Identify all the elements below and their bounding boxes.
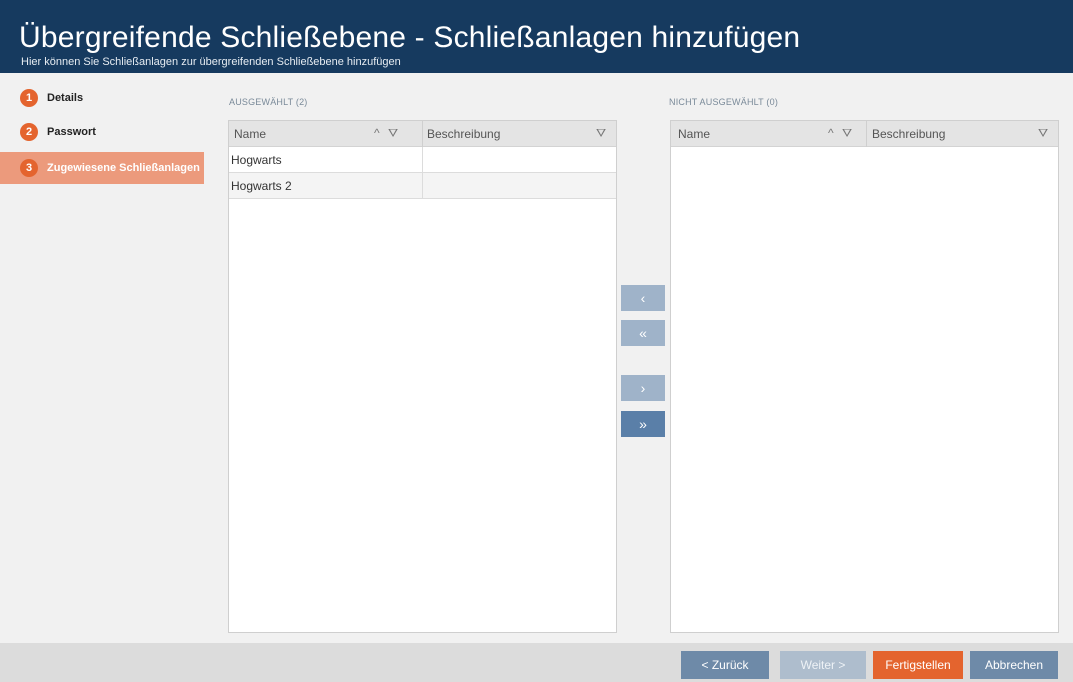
selected-section-label: AUSGEWÄHLT (2): [229, 97, 308, 107]
step-number: 3: [20, 159, 38, 177]
next-button[interactable]: Weiter >: [780, 651, 866, 679]
grid-header: Name ^ ⛛ Beschreibung ⛛: [229, 121, 616, 147]
column-divider: [422, 173, 423, 199]
column-header-name[interactable]: Name: [678, 121, 710, 147]
selected-grid: Name ^ ⛛ Beschreibung ⛛ Hogwarts Hogwart…: [228, 120, 617, 633]
step-password[interactable]: 2 Passwort: [0, 116, 204, 148]
unselected-grid: Name ^ ⛛ Beschreibung ⛛: [670, 120, 1059, 633]
column-divider[interactable]: [422, 121, 423, 147]
add-all-button[interactable]: »: [621, 411, 665, 437]
back-button[interactable]: < Zurück: [681, 651, 769, 679]
step-label: Zugewiesene Schließanlagen: [47, 162, 200, 174]
table-row[interactable]: Hogwarts: [229, 147, 616, 173]
step-details[interactable]: 1 Details: [0, 82, 204, 114]
dialog-title: Übergreifende Schließebene - Schließanla…: [19, 21, 801, 54]
cell-description: [427, 147, 429, 173]
sort-asc-icon[interactable]: ^: [828, 126, 834, 140]
dialog-subtitle: Hier können Sie Schließanlagen zur überg…: [21, 56, 401, 68]
column-divider[interactable]: [866, 121, 867, 147]
table-row[interactable]: Hogwarts 2: [229, 173, 616, 199]
cell-name: Hogwarts 2: [231, 179, 292, 193]
step-number: 2: [20, 123, 38, 141]
filter-icon[interactable]: ⛛: [596, 126, 606, 141]
column-header-description[interactable]: Beschreibung: [872, 121, 945, 147]
step-assigned-locking-systems[interactable]: 3 Zugewiesene Schließanlagen: [0, 152, 213, 184]
remove-all-button[interactable]: «: [621, 320, 665, 346]
filter-icon[interactable]: ⛛: [842, 126, 852, 141]
filter-icon[interactable]: ⛛: [388, 126, 398, 141]
grid-header: Name ^ ⛛ Beschreibung ⛛: [671, 121, 1058, 147]
column-header-name[interactable]: Name: [234, 121, 266, 147]
sort-asc-icon[interactable]: ^: [374, 126, 380, 140]
remove-selected-button[interactable]: ‹: [621, 285, 665, 311]
main-content: AUSGEWÄHLT (2) Name ^ ⛛ Beschreibung ⛛ H…: [204, 81, 1073, 643]
cell-name: Hogwarts: [231, 153, 282, 167]
step-label: Details: [47, 92, 84, 104]
unselected-section-label: NICHT AUSGEWÄHLT (0): [669, 97, 779, 107]
add-selected-button[interactable]: ›: [621, 375, 665, 401]
column-divider: [422, 147, 423, 173]
cell-description: [427, 173, 429, 199]
cancel-button[interactable]: Abbrechen: [970, 651, 1058, 679]
filter-icon[interactable]: ⛛: [1038, 126, 1048, 141]
step-label: Passwort: [47, 126, 96, 138]
wizard-steps: 1 Details 2 Passwort 3 Zugewiesene Schli…: [0, 81, 213, 643]
finish-button[interactable]: Fertigstellen: [873, 651, 963, 679]
step-number: 1: [20, 89, 38, 107]
dialog-header: Übergreifende Schließebene - Schließanla…: [0, 0, 1073, 73]
dialog-footer: < Zurück Weiter > Fertigstellen Abbreche…: [0, 643, 1073, 682]
column-header-description[interactable]: Beschreibung: [427, 121, 500, 147]
